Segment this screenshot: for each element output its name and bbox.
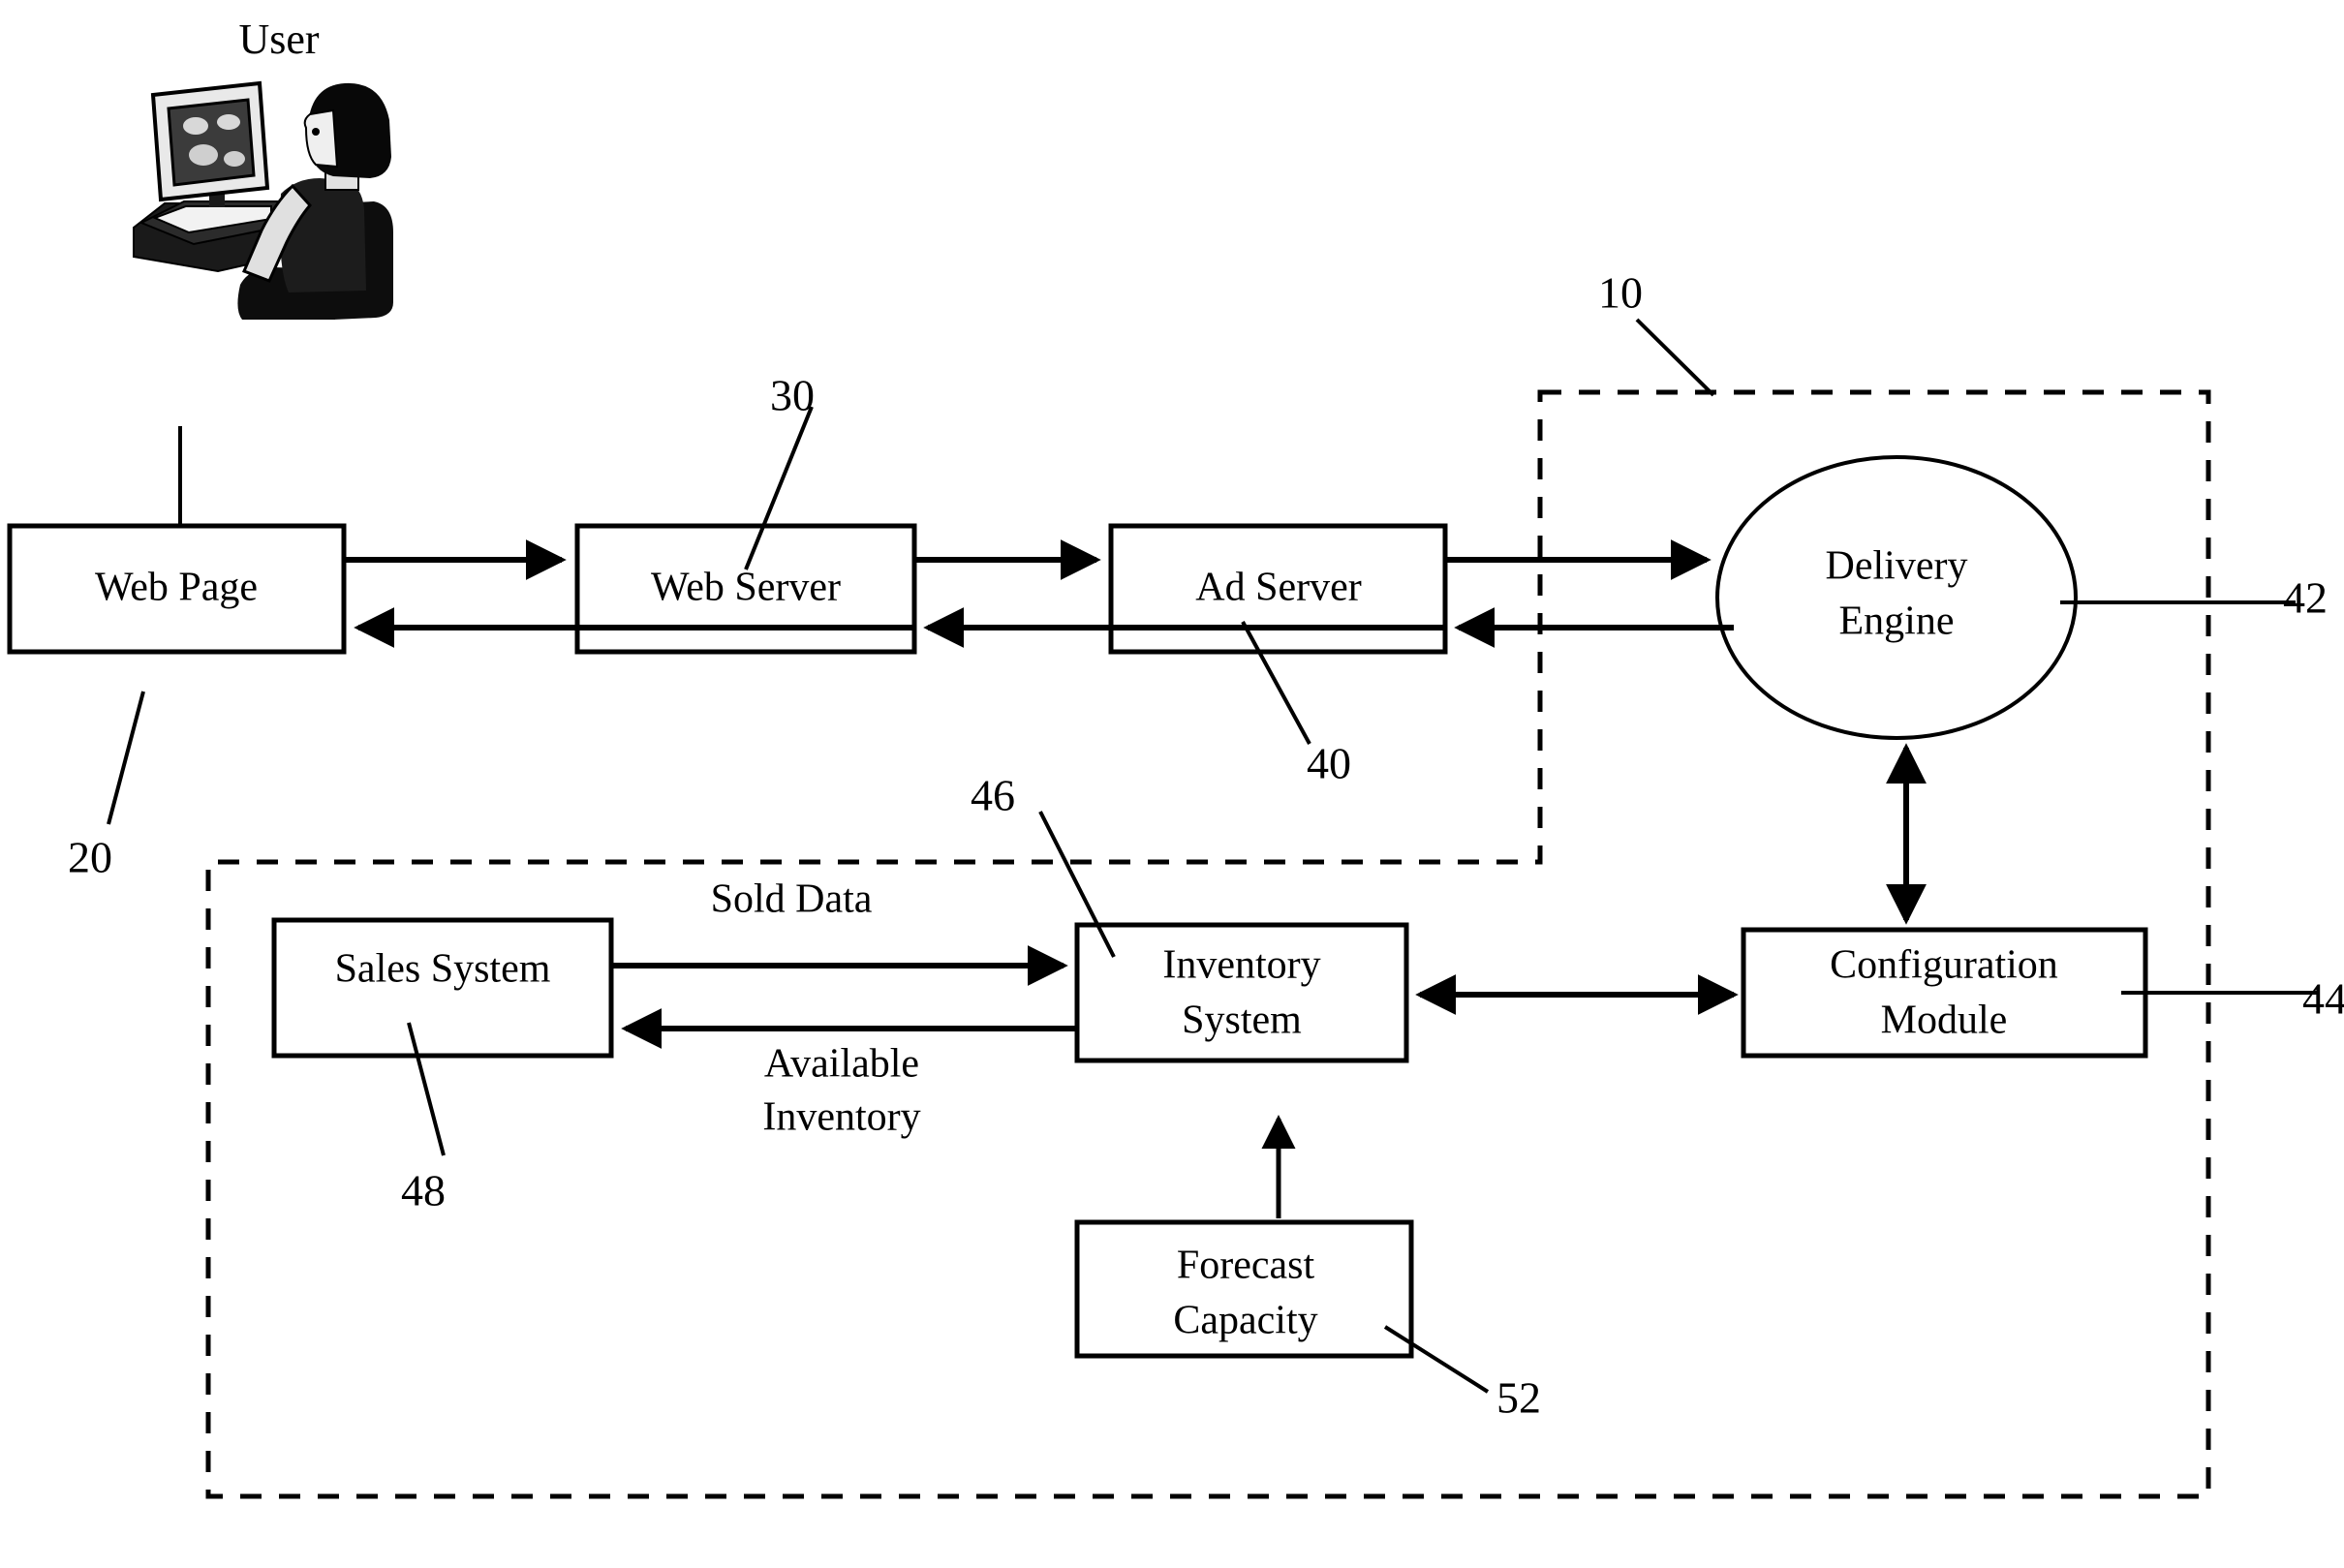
forecast-capacity-label-line2: Capacity [1173, 1299, 1317, 1343]
inventory-system-label-line1: Inventory [1162, 943, 1320, 988]
delivery-engine-label-line1: Delivery [1826, 544, 1968, 589]
ref-number-48: 48 [401, 1166, 446, 1215]
available-inventory-label-line1: Available [764, 1042, 919, 1087]
web-page-label: Web Page [95, 566, 258, 610]
ref-number-20: 20 [68, 833, 112, 882]
figure-canvas: Web Page Web Server Ad Server Delivery E… [7, 15, 2344, 1499]
ref-number-52: 52 [1496, 1373, 1541, 1423]
inventory-system-label-line2: System [1182, 999, 1302, 1043]
delivery-engine-ellipse[interactable] [1715, 455, 2078, 740]
user-caption: User [238, 15, 319, 63]
sold-data-label: Sold Data [711, 877, 873, 922]
person-at-computer-icon [133, 80, 393, 320]
ref-number-44: 44 [2302, 974, 2344, 1024]
leader-ref-20 [107, 691, 145, 825]
delivery-engine-label-line2: Engine [1839, 600, 1955, 644]
ref-number-40: 40 [1307, 739, 1351, 788]
ref-number-10: 10 [1598, 268, 1643, 318]
configuration-module-label-line2: Module [1881, 999, 2008, 1043]
available-inventory-label-line2: Inventory [762, 1095, 920, 1140]
patent-figure: Web Page Web Server Ad Server Delivery E… [0, 0, 2344, 1568]
leader-ref-52 [1383, 1325, 1490, 1394]
forecast-capacity-label-line1: Forecast [1177, 1244, 1315, 1288]
ref-number-30: 30 [770, 371, 815, 420]
ref-number-42: 42 [2283, 573, 2328, 623]
sales-system-label: Sales System [335, 947, 551, 992]
web-server-label: Web Server [651, 566, 841, 610]
configuration-module-label-line1: Configuration [1830, 943, 2058, 988]
ad-server-label: Ad Server [1195, 566, 1361, 610]
leader-ref-10 [1635, 318, 1715, 397]
ref-number-46: 46 [971, 771, 1015, 820]
